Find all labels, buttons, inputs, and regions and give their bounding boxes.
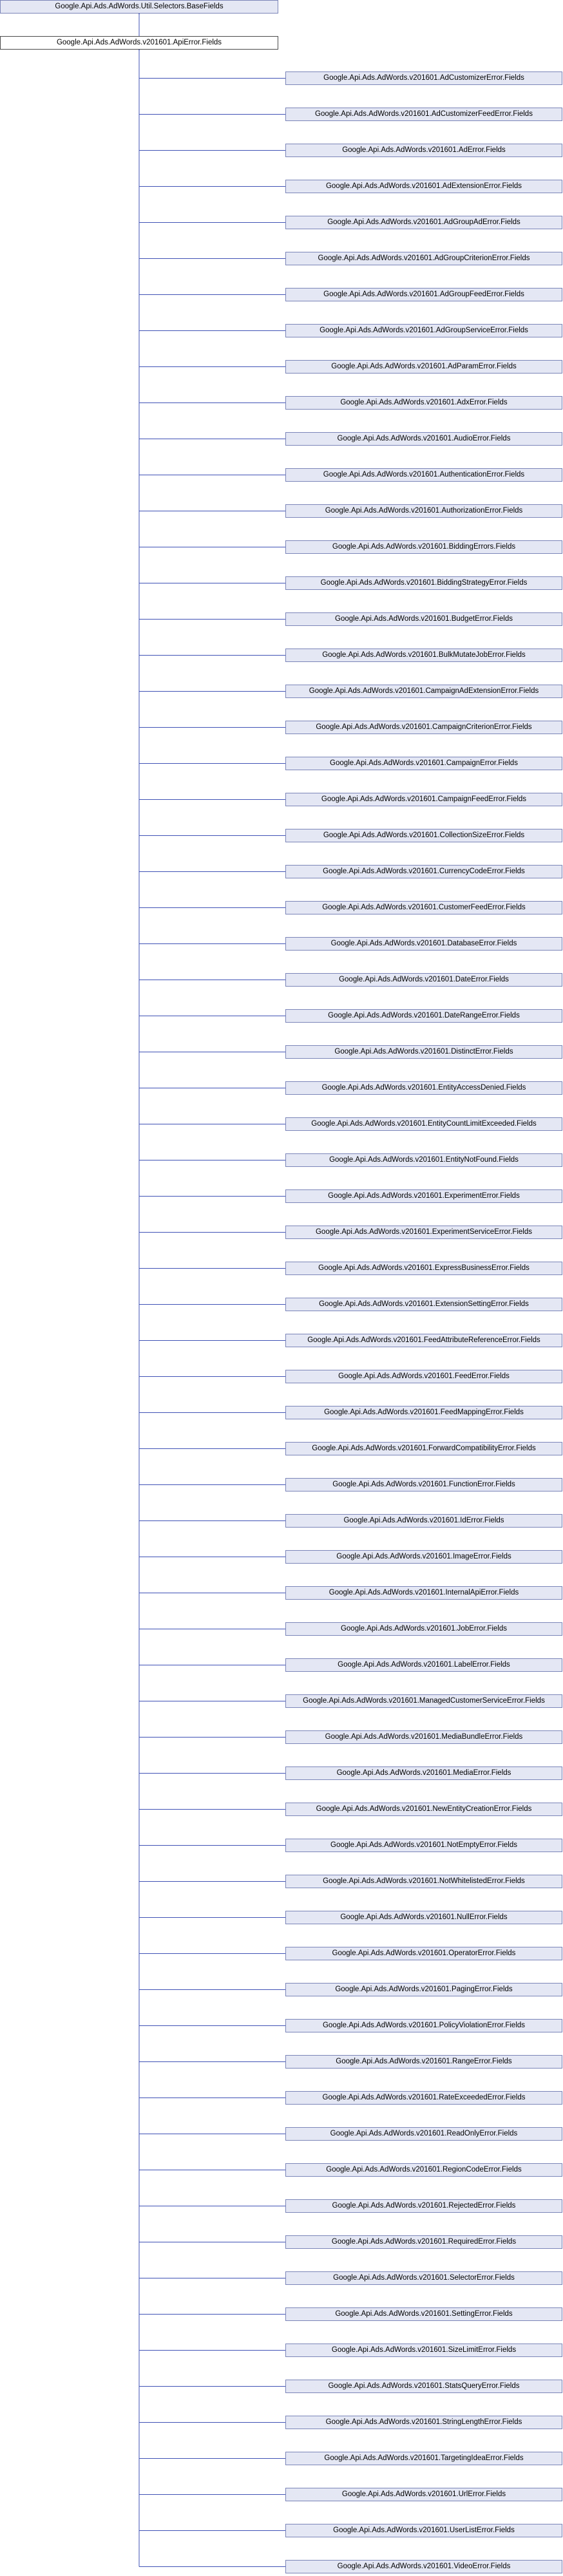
derived-class-node[interactable]: Google.Api.Ads.AdWords.v201601.NotEmptyE… [285, 1839, 562, 1852]
derived-class-node[interactable]: Google.Api.Ads.AdWords.v201601.CampaignF… [285, 793, 562, 806]
derived-class-node[interactable]: Google.Api.Ads.AdWords.v201601.NewEntity… [285, 1803, 562, 1816]
derived-class-node[interactable]: Google.Api.Ads.AdWords.v201601.ExpressBu… [285, 1262, 562, 1275]
derived-class-node[interactable]: Google.Api.Ads.AdWords.v201601.Extension… [285, 1298, 562, 1311]
derived-class-node[interactable]: Google.Api.Ads.AdWords.v201601.UrlError.… [285, 2488, 562, 2501]
derived-class-node[interactable]: Google.Api.Ads.AdWords.v201601.ForwardCo… [285, 1442, 562, 1455]
derived-class-node[interactable]: Google.Api.Ads.AdWords.v201601.AdParamEr… [285, 360, 562, 374]
derived-class-node[interactable]: Google.Api.Ads.AdWords.v201601.VideoErro… [285, 2560, 562, 2573]
derived-class-node[interactable]: Google.Api.Ads.AdWords.v201601.PolicyVio… [285, 2019, 562, 2032]
derived-class-node[interactable]: Google.Api.Ads.AdWords.v201601.StringLen… [285, 2416, 562, 2429]
derived-class-node[interactable]: Google.Api.Ads.AdWords.v201601.AdGroupCr… [285, 252, 562, 265]
derived-class-node[interactable]: Google.Api.Ads.AdWords.v201601.ImageErro… [285, 1550, 562, 1564]
derived-class-node[interactable]: Google.Api.Ads.AdWords.v201601.Authoriza… [285, 504, 562, 518]
derived-class-node[interactable]: Google.Api.Ads.AdWords.v201601.SelectorE… [285, 2271, 562, 2285]
derived-class-node[interactable]: Google.Api.Ads.AdWords.v201601.Experimen… [285, 1189, 562, 1203]
derived-class-node[interactable]: Google.Api.Ads.AdWords.v201601.StatsQuer… [285, 2380, 562, 2393]
derived-class-node[interactable]: Google.Api.Ads.AdWords.v201601.FeedMappi… [285, 1406, 562, 1419]
derived-class-node[interactable]: Google.Api.Ads.AdWords.v201601.RegionCod… [285, 2163, 562, 2177]
derived-class-node[interactable]: Google.Api.Ads.AdWords.v201601.ReadOnlyE… [285, 2127, 562, 2141]
derived-class-node[interactable]: Google.Api.Ads.AdWords.v201601.AdCustomi… [285, 108, 562, 121]
derived-class-node[interactable]: Google.Api.Ads.AdWords.v201601.DateError… [285, 973, 562, 987]
derived-class-node[interactable]: Google.Api.Ads.AdWords.v201601.OperatorE… [285, 1947, 562, 1960]
derived-class-node[interactable]: Google.Api.Ads.AdWords.v201601.Experimen… [285, 1226, 562, 1239]
derived-class-node[interactable]: Google.Api.Ads.AdWords.v201601.DistinctE… [285, 1045, 562, 1059]
derived-class-node[interactable]: Google.Api.Ads.AdWords.v201601.EntityNot… [285, 1153, 562, 1167]
derived-class-node[interactable]: Google.Api.Ads.AdWords.v201601.FeedError… [285, 1370, 562, 1383]
derived-class-node[interactable]: Google.Api.Ads.AdWords.v201601.RangeErro… [285, 2055, 562, 2069]
derived-class-node[interactable]: Google.Api.Ads.AdWords.v201601.CampaignC… [285, 721, 562, 734]
derived-class-node[interactable]: Google.Api.Ads.AdWords.v201601.RejectedE… [285, 2199, 562, 2213]
derived-class-node[interactable]: Google.Api.Ads.AdWords.v201601.Targeting… [285, 2452, 562, 2465]
derived-class-node[interactable]: Google.Api.Ads.AdWords.v201601.BudgetErr… [285, 612, 562, 626]
derived-class-node[interactable]: Google.Api.Ads.AdWords.v201601.EntityAcc… [285, 1081, 562, 1095]
derived-class-node[interactable]: Google.Api.Ads.AdWords.v201601.ManagedCu… [285, 1694, 562, 1708]
inheritance-edges [0, 0, 285, 2567]
derived-class-node[interactable]: Google.Api.Ads.AdWords.v201601.InternalA… [285, 1586, 562, 1600]
derived-class-node[interactable]: Google.Api.Ads.AdWords.v201601.BiddingEr… [285, 540, 562, 554]
api-error-fields-node[interactable]: Google.Api.Ads.AdWords.v201601.ApiError.… [0, 36, 278, 50]
derived-class-node[interactable]: Google.Api.Ads.AdWords.v201601.NullError… [285, 1911, 562, 1924]
derived-class-node[interactable]: Google.Api.Ads.AdWords.v201601.AdError.F… [285, 144, 562, 157]
derived-class-node[interactable]: Google.Api.Ads.AdWords.v201601.AdxError.… [285, 396, 562, 410]
derived-class-node[interactable]: Google.Api.Ads.AdWords.v201601.AdCustomi… [285, 71, 562, 85]
derived-class-node[interactable]: Google.Api.Ads.AdWords.v201601.Collectio… [285, 829, 562, 842]
derived-class-node[interactable]: Google.Api.Ads.AdWords.v201601.BiddingSt… [285, 576, 562, 590]
derived-class-node[interactable]: Google.Api.Ads.AdWords.v201601.NotWhitel… [285, 1875, 562, 1888]
derived-class-node[interactable]: Google.Api.Ads.AdWords.v201601.PagingErr… [285, 1983, 562, 1996]
derived-class-node[interactable]: Google.Api.Ads.AdWords.v201601.CampaignA… [285, 685, 562, 698]
derived-class-node[interactable]: Google.Api.Ads.AdWords.v201601.FeedAttri… [285, 1334, 562, 1347]
derived-class-node[interactable]: Google.Api.Ads.AdWords.v201601.Authentic… [285, 468, 562, 482]
derived-class-node[interactable]: Google.Api.Ads.AdWords.v201601.CustomerF… [285, 901, 562, 914]
derived-class-node[interactable]: Google.Api.Ads.AdWords.v201601.CurrencyC… [285, 865, 562, 878]
derived-class-node[interactable]: Google.Api.Ads.AdWords.v201601.AdExtensi… [285, 180, 562, 193]
derived-class-node[interactable]: Google.Api.Ads.AdWords.v201601.SizeLimit… [285, 2344, 562, 2357]
derived-class-node[interactable]: Google.Api.Ads.AdWords.v201601.SettingEr… [285, 2307, 562, 2321]
derived-class-node[interactable]: Google.Api.Ads.AdWords.v201601.JobError.… [285, 1622, 562, 1636]
derived-class-node[interactable]: Google.Api.Ads.AdWords.v201601.BulkMutat… [285, 649, 562, 662]
derived-class-node[interactable]: Google.Api.Ads.AdWords.v201601.DatabaseE… [285, 937, 562, 951]
derived-class-node[interactable]: Google.Api.Ads.AdWords.v201601.AudioErro… [285, 432, 562, 446]
derived-class-node[interactable]: Google.Api.Ads.AdWords.v201601.FunctionE… [285, 1478, 562, 1492]
derived-class-node[interactable]: Google.Api.Ads.AdWords.v201601.IdError.F… [285, 1514, 562, 1528]
derived-class-node[interactable]: Google.Api.Ads.AdWords.v201601.AdGroupFe… [285, 288, 562, 301]
derived-class-node[interactable]: Google.Api.Ads.AdWords.v201601.EntityCou… [285, 1117, 562, 1131]
derived-class-node[interactable]: Google.Api.Ads.AdWords.v201601.DateRange… [285, 1009, 562, 1023]
derived-class-node[interactable]: Google.Api.Ads.AdWords.v201601.MediaErro… [285, 1766, 562, 1780]
base-fields-node[interactable]: Google.Api.Ads.AdWords.Util.Selectors.Ba… [0, 0, 278, 14]
derived-class-node[interactable]: Google.Api.Ads.AdWords.v201601.RateExcee… [285, 2091, 562, 2105]
derived-class-node[interactable]: Google.Api.Ads.AdWords.v201601.CampaignE… [285, 757, 562, 770]
derived-class-node[interactable]: Google.Api.Ads.AdWords.v201601.RequiredE… [285, 2235, 562, 2249]
derived-class-node[interactable]: Google.Api.Ads.AdWords.v201601.MediaBund… [285, 1730, 562, 1744]
derived-class-node[interactable]: Google.Api.Ads.AdWords.v201601.LabelErro… [285, 1658, 562, 1672]
derived-class-node[interactable]: Google.Api.Ads.AdWords.v201601.AdGroupSe… [285, 324, 562, 337]
derived-class-node[interactable]: Google.Api.Ads.AdWords.v201601.UserListE… [285, 2524, 562, 2537]
derived-class-node[interactable]: Google.Api.Ads.AdWords.v201601.AdGroupAd… [285, 216, 562, 229]
